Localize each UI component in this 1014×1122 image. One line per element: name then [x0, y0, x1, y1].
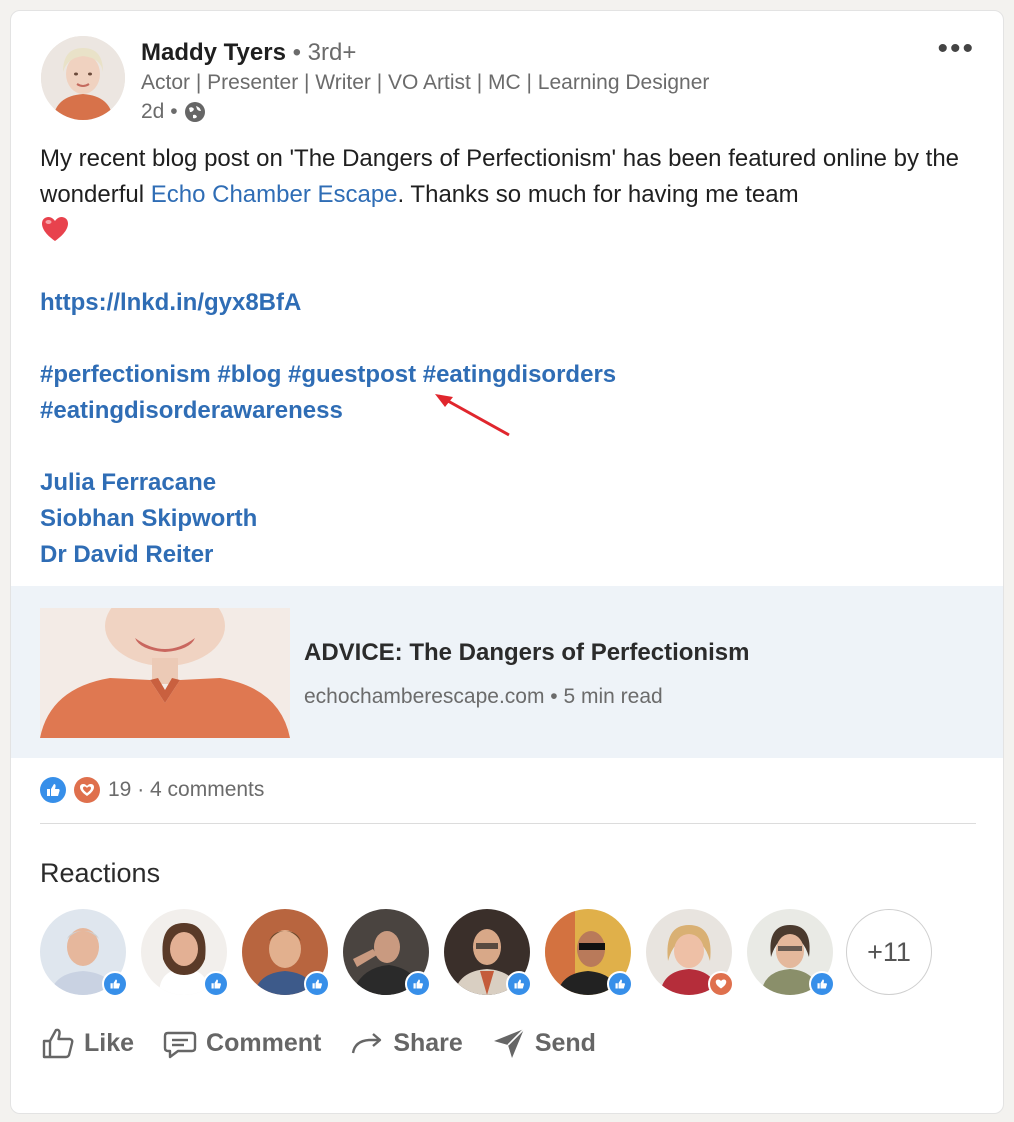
reactions-heading: Reactions: [40, 858, 161, 888]
thumbs-up-icon: [42, 1028, 74, 1059]
feed-post-card: Maddy Tyers • 3rd+ Actor | Presenter | W…: [10, 10, 1004, 1114]
more-reactors-button[interactable]: +11: [846, 909, 932, 995]
send-label: Send: [534, 1028, 596, 1057]
like-icon: [304, 971, 330, 997]
hashtags-line-2[interactable]: #eatingdisorderawareness: [40, 397, 343, 424]
reactor-avatar[interactable]: [444, 909, 532, 997]
reactor-avatar[interactable]: [747, 909, 835, 997]
post-timestamp: 2d •: [141, 98, 206, 126]
short-link[interactable]: https://lnkd.in/gyx8BfA: [40, 289, 301, 316]
social-counts[interactable]: 19 · 4 comments: [40, 777, 264, 803]
more-options-icon[interactable]: •••: [937, 34, 975, 64]
like-icon: [809, 971, 835, 997]
send-icon: [493, 1028, 525, 1058]
connection-degree: • 3rd+: [292, 39, 357, 66]
love-icon: [708, 971, 734, 997]
like-icon: [102, 971, 128, 997]
reactor-avatar[interactable]: [40, 909, 128, 997]
post-body: My recent blog post on 'The Dangers of P…: [40, 141, 985, 573]
author-avatar[interactable]: [41, 36, 125, 120]
heart-emoji-icon: [40, 214, 70, 244]
like-icon: [405, 971, 431, 997]
reaction-comment-count[interactable]: 19 · 4 comments: [108, 778, 264, 802]
author-name[interactable]: Maddy Tyers: [141, 39, 286, 66]
tagged-person-link[interactable]: Julia Ferracane: [40, 469, 216, 496]
post-text-part2: . Thanks so much for having me team: [397, 181, 799, 208]
author-headline: Actor | Presenter | Writer | VO Artist |…: [141, 71, 710, 94]
hashtags-line-1[interactable]: #perfectionism #blog #guestpost #eatingd…: [40, 361, 616, 388]
preview-title[interactable]: ADVICE: The Dangers of Perfectionism: [304, 638, 749, 668]
tagged-people: Julia Ferracane Siobhan Skipworth Dr Dav…: [40, 465, 985, 573]
reactor-avatar[interactable]: [242, 909, 330, 997]
annotation-arrow-icon: [435, 394, 510, 437]
like-label: Like: [84, 1028, 135, 1057]
post-text: My recent blog post on 'The Dangers of P…: [40, 141, 985, 249]
like-icon: [203, 971, 229, 997]
author-name-line: Maddy Tyers • 3rd+: [141, 37, 356, 69]
like-reaction-icon: [40, 777, 66, 803]
post-time: 2d •: [141, 100, 178, 123]
comment-icon: [163, 1031, 197, 1059]
share-label: Share: [393, 1028, 463, 1057]
short-link-line: https://lnkd.in/gyx8BfA: [40, 285, 985, 321]
comment-label: Comment: [206, 1028, 322, 1057]
reactor-avatar[interactable]: [545, 909, 633, 997]
tagged-person-link[interactable]: Siobhan Skipworth: [40, 505, 257, 532]
link-preview-card[interactable]: ADVICE: The Dangers of Perfectionism ech…: [11, 586, 1003, 758]
reactor-avatar[interactable]: [343, 909, 431, 997]
mention-link[interactable]: Echo Chamber Escape: [151, 181, 398, 208]
preview-meta: echochamberescape.com • 5 min read: [304, 685, 663, 708]
divider: [40, 823, 976, 824]
send-button[interactable]: Send: [491, 1025, 596, 1061]
love-reaction-icon: [74, 777, 100, 803]
comment-button[interactable]: Comment: [162, 1025, 321, 1061]
preview-thumbnail[interactable]: [40, 608, 290, 738]
reactor-avatar[interactable]: [141, 909, 229, 997]
share-icon: [352, 1033, 382, 1054]
like-icon: [506, 971, 532, 997]
post-actions-bar: Like Comment Share Send: [40, 1025, 624, 1061]
tagged-person-link[interactable]: Dr David Reiter: [40, 541, 213, 568]
reactor-avatar[interactable]: [646, 909, 734, 997]
share-button[interactable]: Share: [349, 1025, 463, 1061]
globe-icon: [184, 101, 206, 123]
like-icon: [607, 971, 633, 997]
like-button[interactable]: Like: [40, 1025, 134, 1061]
